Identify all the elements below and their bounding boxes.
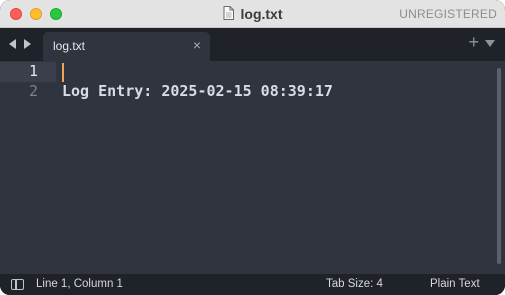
nav-forward-icon[interactable] xyxy=(24,39,31,49)
line-number: 1 xyxy=(28,62,38,80)
cursor-position: Line 1, Column 1 xyxy=(36,278,123,290)
tab-close-icon[interactable]: × xyxy=(193,38,201,52)
title-bar: log.txt UNREGISTERED xyxy=(0,0,505,28)
editor-window: log.txt UNREGISTERED log.txt × + 1 2 Log… xyxy=(0,0,505,295)
tab-log-txt[interactable]: log.txt × xyxy=(43,32,210,61)
window-title: log.txt xyxy=(240,6,283,22)
new-tab-icon[interactable]: + xyxy=(468,33,479,51)
code-line[interactable]: Log Entry: 2025-02-15 08:39:17 xyxy=(62,82,333,100)
line-number-gutter: 1 2 xyxy=(0,61,56,274)
tab-bar: log.txt × + xyxy=(0,28,505,61)
tab-size-selector[interactable]: Tab Size: 4 xyxy=(326,278,383,290)
panel-icon[interactable] xyxy=(11,279,24,290)
text-editor[interactable]: 1 2 Log Entry: 2025-02-15 08:39:17 xyxy=(0,61,505,274)
vertical-scrollbar[interactable] xyxy=(497,68,501,264)
document-icon xyxy=(223,6,234,20)
syntax-selector[interactable]: Plain Text xyxy=(430,278,480,290)
line-number: 2 xyxy=(28,82,38,100)
status-bar: Line 1, Column 1 Tab Size: 4 Plain Text xyxy=(0,274,505,295)
nav-back-icon[interactable] xyxy=(9,39,16,49)
tab-label: log.txt xyxy=(53,39,86,53)
text-cursor xyxy=(62,63,64,82)
tab-menu-chevron-icon[interactable] xyxy=(485,40,495,47)
unregistered-label: UNREGISTERED xyxy=(399,7,497,21)
